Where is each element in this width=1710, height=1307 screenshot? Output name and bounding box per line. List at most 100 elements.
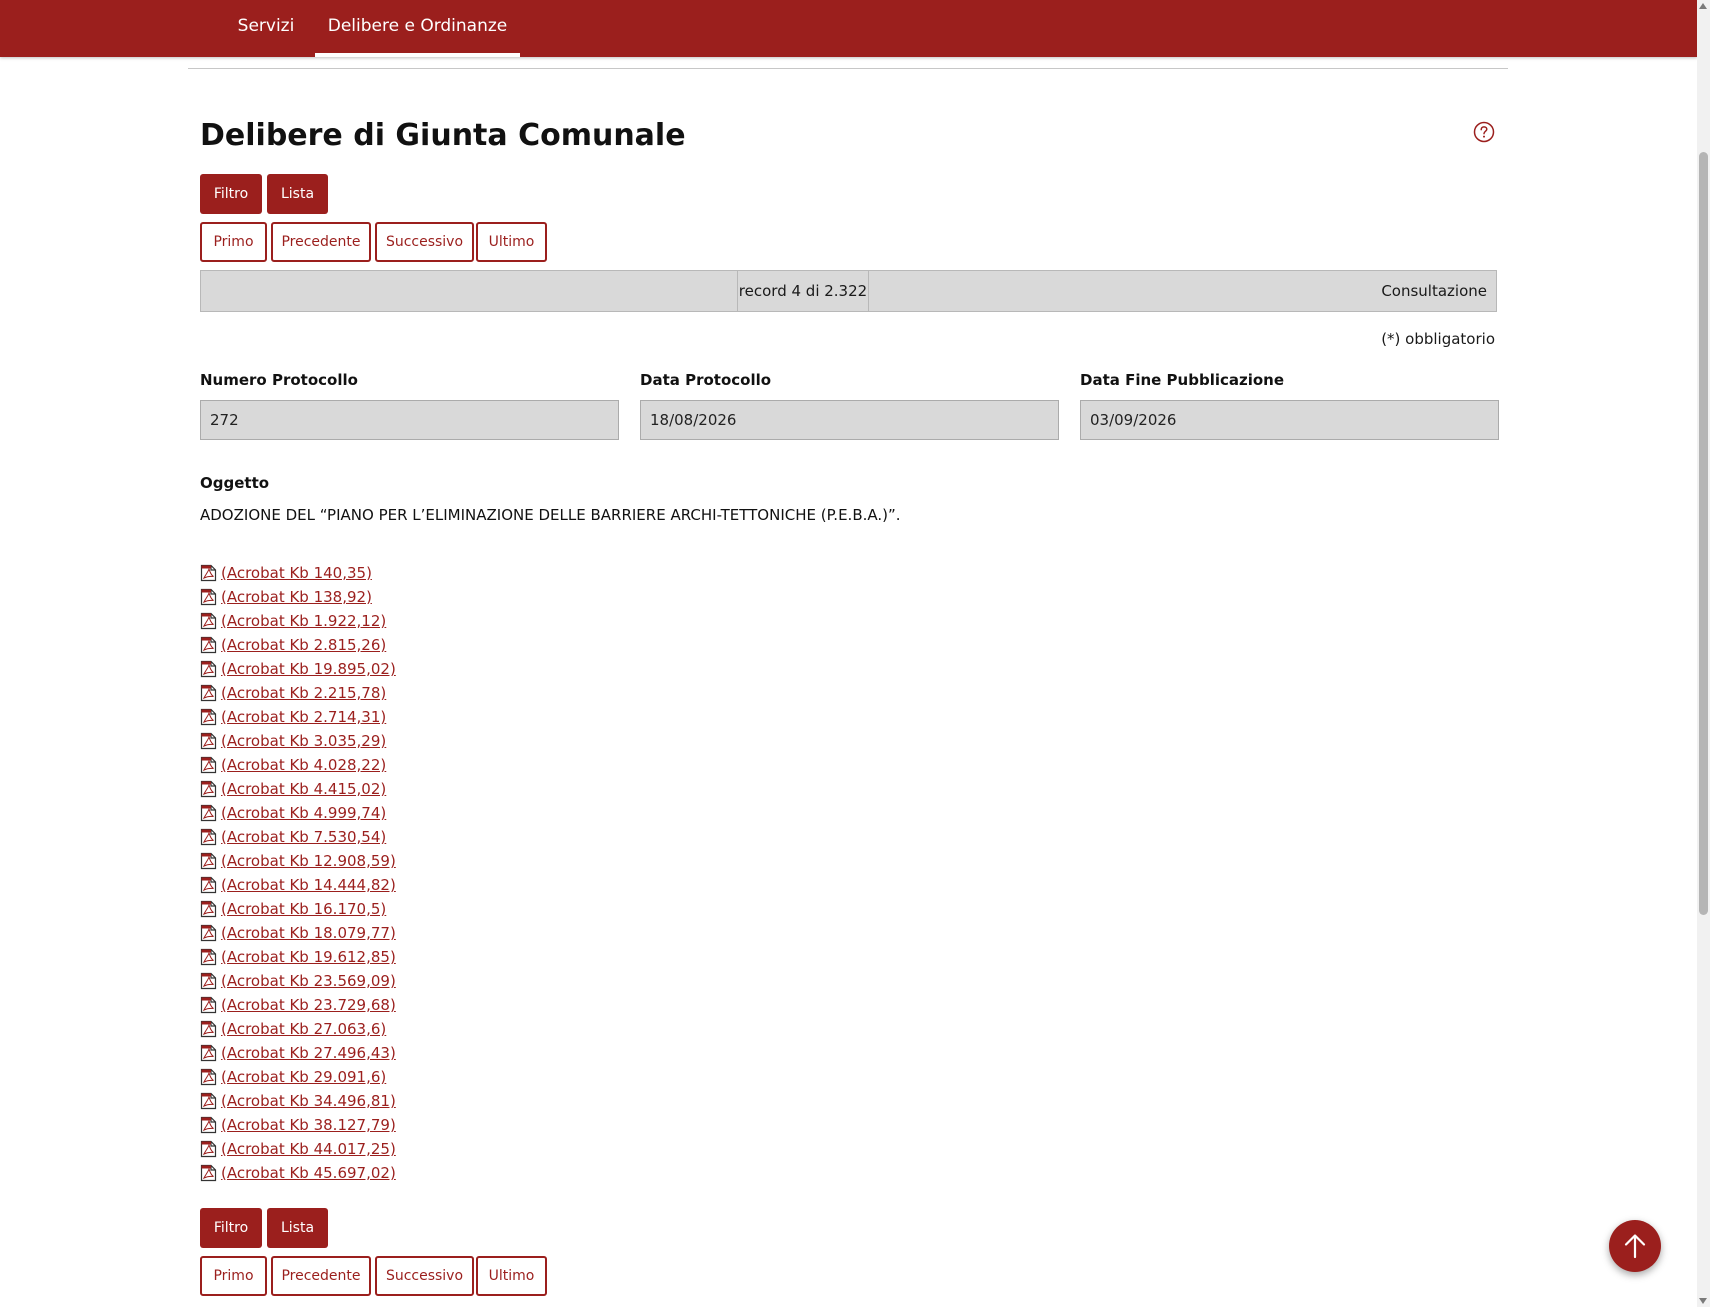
required-note: (*) obbligatorio <box>1381 330 1495 348</box>
attachment-list: (Acrobat Kb 140,35) (Acrobat Kb 138,92) (A… <box>200 561 396 1185</box>
pdf-file-icon <box>200 708 217 726</box>
lista-button[interactable]: Lista <box>267 174 328 214</box>
attachment-item[interactable]: (Acrobat Kb 16.170,5) <box>200 897 396 921</box>
attachment-link[interactable]: (Acrobat Kb 2.815,26) <box>221 636 386 654</box>
top-navbar: Servizi Delibere e Ordinanze <box>0 0 1697 57</box>
attachment-link[interactable]: (Acrobat Kb 14.444,82) <box>221 876 396 894</box>
attachment-item[interactable]: (Acrobat Kb 45.697,02) <box>200 1161 396 1185</box>
pdf-file-icon <box>200 684 217 702</box>
attachment-item[interactable]: (Acrobat Kb 2.815,26) <box>200 633 396 657</box>
attachment-link[interactable]: (Acrobat Kb 2.215,78) <box>221 684 386 702</box>
pdf-file-icon <box>200 1044 217 1062</box>
attachment-item[interactable]: (Acrobat Kb 1.922,12) <box>200 609 396 633</box>
precedente-button-bottom[interactable]: Precedente <box>271 1256 371 1296</box>
attachment-item[interactable]: (Acrobat Kb 4.999,74) <box>200 801 396 825</box>
attachment-item[interactable]: (Acrobat Kb 19.612,85) <box>200 945 396 969</box>
filtro-button-bottom[interactable]: Filtro <box>200 1208 262 1248</box>
ultimo-button[interactable]: Ultimo <box>476 222 547 262</box>
attachment-link[interactable]: (Acrobat Kb 12.908,59) <box>221 852 396 870</box>
attachment-link[interactable]: (Acrobat Kb 4.415,02) <box>221 780 386 798</box>
attachment-link[interactable]: (Acrobat Kb 1.922,12) <box>221 612 386 630</box>
attachment-item[interactable]: (Acrobat Kb 4.028,22) <box>200 753 396 777</box>
pdf-file-icon <box>200 612 217 630</box>
pdf-file-icon <box>200 1116 217 1134</box>
attachment-item[interactable]: (Acrobat Kb 140,35) <box>200 561 396 585</box>
attachment-item[interactable]: (Acrobat Kb 23.729,68) <box>200 993 396 1017</box>
attachment-link[interactable]: (Acrobat Kb 45.697,02) <box>221 1164 396 1182</box>
attachment-link[interactable]: (Acrobat Kb 3.035,29) <box>221 732 386 750</box>
pdf-file-icon <box>200 1140 217 1158</box>
numero-protocollo-label: Numero Protocollo <box>200 371 358 389</box>
oggetto-label: Oggetto <box>200 474 270 492</box>
scroll-down-arrow-icon[interactable] <box>1699 1298 1707 1304</box>
data-fine-pubblicazione-label: Data Fine Pubblicazione <box>1080 371 1285 389</box>
attachment-link[interactable]: (Acrobat Kb 34.496,81) <box>221 1092 396 1110</box>
attachment-link[interactable]: (Acrobat Kb 7.530,54) <box>221 828 386 846</box>
attachment-link[interactable]: (Acrobat Kb 23.569,09) <box>221 972 396 990</box>
primo-button-bottom[interactable]: Primo <box>200 1256 267 1296</box>
attachment-link[interactable]: (Acrobat Kb 38.127,79) <box>221 1116 396 1134</box>
attachment-item[interactable]: (Acrobat Kb 19.895,02) <box>200 657 396 681</box>
attachment-item[interactable]: (Acrobat Kb 27.496,43) <box>200 1041 396 1065</box>
pdf-file-icon <box>200 1092 217 1110</box>
attachment-item[interactable]: (Acrobat Kb 27.063,6) <box>200 1017 396 1041</box>
successivo-button-bottom[interactable]: Successivo <box>375 1256 474 1296</box>
numero-protocollo-field[interactable]: 272 <box>200 400 619 440</box>
pdf-file-icon <box>200 804 217 822</box>
arrow-up-icon <box>1624 1234 1646 1259</box>
pdf-file-icon <box>200 732 217 750</box>
pdf-file-icon <box>200 636 217 654</box>
record-status-bar: record 4 di 2.322 Consultazione <box>200 270 1497 312</box>
attachment-link[interactable]: (Acrobat Kb 27.496,43) <box>221 1044 396 1062</box>
attachment-link[interactable]: (Acrobat Kb 29.091,6) <box>221 1068 386 1086</box>
attachment-item[interactable]: (Acrobat Kb 3.035,29) <box>200 729 396 753</box>
pdf-file-icon <box>200 900 217 918</box>
attachment-link[interactable]: (Acrobat Kb 19.612,85) <box>221 948 396 966</box>
attachment-item[interactable]: (Acrobat Kb 38.127,79) <box>200 1113 396 1137</box>
back-to-top-button[interactable] <box>1609 1220 1661 1272</box>
attachment-link[interactable]: (Acrobat Kb 4.999,74) <box>221 804 386 822</box>
data-fine-pubblicazione-field[interactable]: 03/09/2026 <box>1080 400 1499 440</box>
pdf-file-icon <box>200 1020 217 1038</box>
attachment-link[interactable]: (Acrobat Kb 4.028,22) <box>221 756 386 774</box>
pdf-file-icon <box>200 972 217 990</box>
nav-tab-delibere-e-ordinanze[interactable]: Delibere e Ordinanze <box>315 0 520 57</box>
attachment-link[interactable]: (Acrobat Kb 2.714,31) <box>221 708 386 726</box>
data-protocollo-field[interactable]: 18/08/2026 <box>640 400 1059 440</box>
attachment-item[interactable]: (Acrobat Kb 29.091,6) <box>200 1065 396 1089</box>
attachment-item[interactable]: (Acrobat Kb 138,92) <box>200 585 396 609</box>
attachment-link[interactable]: (Acrobat Kb 18.079,77) <box>221 924 396 942</box>
lista-button-bottom[interactable]: Lista <box>267 1208 328 1248</box>
vertical-scrollbar[interactable] <box>1697 0 1710 1307</box>
attachment-item[interactable]: (Acrobat Kb 4.415,02) <box>200 777 396 801</box>
attachment-link[interactable]: (Acrobat Kb 16.170,5) <box>221 900 386 918</box>
precedente-button[interactable]: Precedente <box>271 222 371 262</box>
attachment-link[interactable]: (Acrobat Kb 44.017,25) <box>221 1140 396 1158</box>
filtro-button[interactable]: Filtro <box>200 174 262 214</box>
attachment-link[interactable]: (Acrobat Kb 27.063,6) <box>221 1020 386 1038</box>
attachment-item[interactable]: (Acrobat Kb 2.714,31) <box>200 705 396 729</box>
nav-tab-servizi[interactable]: Servizi <box>226 0 306 57</box>
attachment-link[interactable]: (Acrobat Kb 140,35) <box>221 564 372 582</box>
pdf-file-icon <box>200 996 217 1014</box>
record-counter: record 4 di 2.322 <box>737 271 869 311</box>
scrollbar-thumb[interactable] <box>1699 152 1708 915</box>
attachment-item[interactable]: (Acrobat Kb 23.569,09) <box>200 969 396 993</box>
attachment-item[interactable]: (Acrobat Kb 34.496,81) <box>200 1089 396 1113</box>
pdf-file-icon <box>200 948 217 966</box>
primo-button[interactable]: Primo <box>200 222 267 262</box>
ultimo-button-bottom[interactable]: Ultimo <box>476 1256 547 1296</box>
attachment-item[interactable]: (Acrobat Kb 7.530,54) <box>200 825 396 849</box>
attachment-item[interactable]: (Acrobat Kb 18.079,77) <box>200 921 396 945</box>
mode-indicator: Consultazione <box>1381 282 1487 300</box>
scroll-up-arrow-icon[interactable] <box>1699 3 1707 9</box>
attachment-link[interactable]: (Acrobat Kb 19.895,02) <box>221 660 396 678</box>
attachment-link[interactable]: (Acrobat Kb 23.729,68) <box>221 996 396 1014</box>
attachment-item[interactable]: (Acrobat Kb 44.017,25) <box>200 1137 396 1161</box>
question-circle-icon[interactable] <box>1473 121 1495 143</box>
attachment-item[interactable]: (Acrobat Kb 14.444,82) <box>200 873 396 897</box>
attachment-item[interactable]: (Acrobat Kb 2.215,78) <box>200 681 396 705</box>
successivo-button[interactable]: Successivo <box>375 222 474 262</box>
attachment-link[interactable]: (Acrobat Kb 138,92) <box>221 588 372 606</box>
attachment-item[interactable]: (Acrobat Kb 12.908,59) <box>200 849 396 873</box>
